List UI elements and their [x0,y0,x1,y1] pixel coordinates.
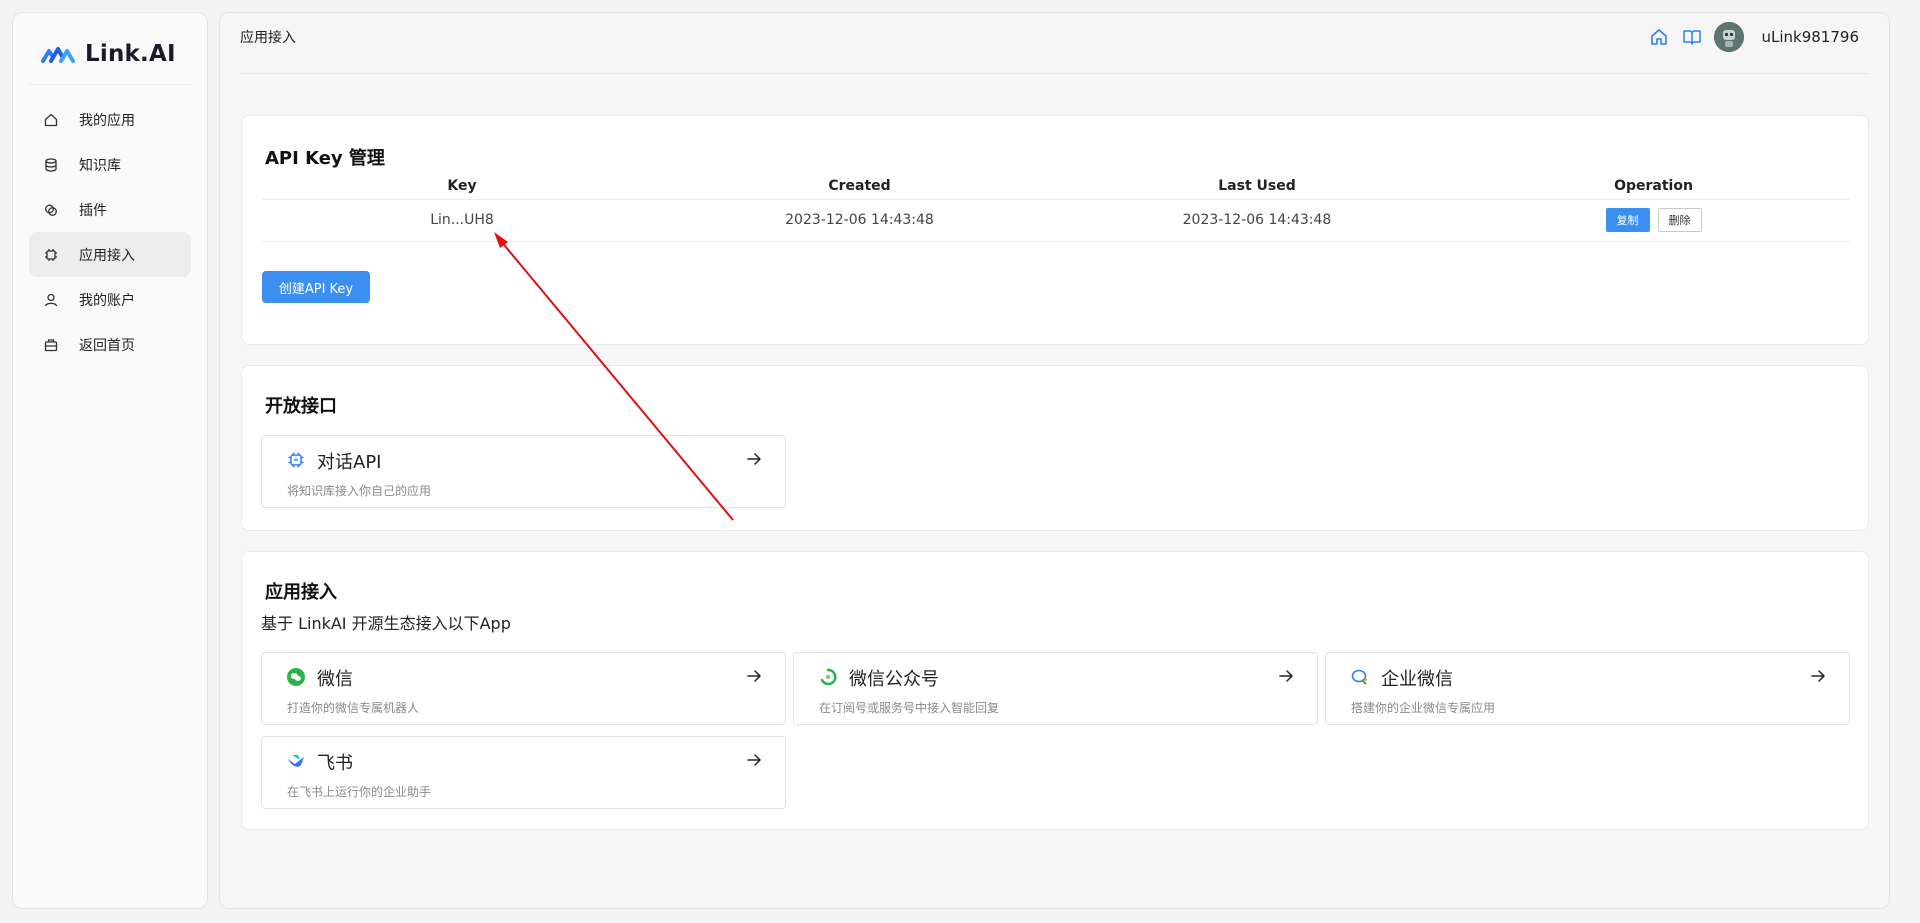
sidebar-item-app-integration[interactable]: 应用接入 [29,232,191,277]
tile-description: 在飞书上运行你的企业助手 [287,785,432,799]
home-icon [43,112,59,128]
tile-description: 将知识库接入你自己的应用 [287,484,432,498]
sidebar-item-label: 我的账户 [79,292,135,309]
operation-cell: 复制 删除 [1457,199,1850,242]
wechat-official-icon [818,667,838,687]
column-header: Created [662,173,1057,200]
home-icon[interactable] [1648,26,1670,48]
sidebar-item-plugins[interactable]: 插件 [29,187,191,232]
sidebar-item-label: 我的应用 [79,112,135,129]
sidebar-item-knowledge-base[interactable]: 知识库 [29,142,191,187]
tile-title: 对话API [317,452,382,473]
wechat-icon [286,667,306,687]
chat-api-tile[interactable]: 对话API 将知识库接入你自己的应用 [261,435,786,508]
section-title: 应用接入 [265,582,337,603]
tile-title: 飞书 [317,753,353,774]
sidebar-item-label: 返回首页 [79,337,135,354]
sidebar-item-label: 知识库 [79,157,121,174]
open-api-card: 开放接口 对话API 将知识库接入你自己的应用 [241,365,1869,531]
arrow-right-icon [745,751,763,769]
chip-icon [43,247,59,263]
wecom-tile[interactable]: 企业微信 搭建你的企业微信专属应用 [1325,652,1850,725]
copy-button[interactable]: 复制 [1605,208,1650,232]
sidebar-item-my-apps[interactable]: 我的应用 [29,97,191,142]
book-icon[interactable] [1681,26,1703,48]
wechat-official-tile[interactable]: 微信公众号 在订阅号或服务号中接入智能回复 [793,652,1318,725]
tile-title: 企业微信 [1381,669,1453,690]
tile-title: 微信公众号 [849,669,939,690]
tile-description: 在订阅号或服务号中接入智能回复 [819,701,1000,715]
page-title: 应用接入 [240,30,296,46]
chip-icon [286,450,306,470]
arrow-right-icon [745,450,763,468]
section-title: 开放接口 [265,396,337,417]
created-time: 2023-12-06 14:43:48 [662,199,1057,242]
app-name: Link.AI [85,41,176,67]
plugin-icon [43,202,59,218]
user-icon [43,292,59,308]
sidebar-item-label: 应用接入 [79,247,135,264]
last-used-time: 2023-12-06 14:43:48 [1057,199,1457,242]
section-title: API Key 管理 [265,148,385,169]
tile-title: 微信 [317,669,353,690]
arrow-right-icon [1277,667,1295,685]
arrow-right-icon [1809,667,1827,685]
sidebar-item-label: 插件 [79,202,107,219]
table-row: Lin...UH8 2023-12-06 14:43:48 2023-12-06… [262,199,1850,242]
arrow-right-icon [745,667,763,685]
username[interactable]: uLink981796 [1762,28,1860,46]
header: 应用接入 uLink981796 [240,13,1869,74]
app-integration-card: 应用接入 基于 LinkAI 开源生态接入以下App 微信 打造你的微信专属机器… [241,551,1869,830]
sidebar-nav: 我的应用 知识库 插件 应用接入 我的账户 返回首页 [29,97,191,367]
feishu-tile[interactable]: 飞书 在飞书上运行你的企业助手 [261,736,786,809]
create-api-key-button[interactable]: 创建API Key [262,271,370,303]
feishu-icon [286,751,306,771]
header-actions: uLink981796 [1648,22,1870,52]
table-header-row: Key Created Last Used Operation [262,173,1850,200]
database-icon [43,157,59,173]
column-header: Last Used [1057,173,1457,200]
column-header: Operation [1457,173,1850,200]
delete-button[interactable]: 删除 [1657,208,1702,232]
tile-description: 搭建你的企业微信专属应用 [1351,701,1496,715]
avatar[interactable] [1713,22,1744,52]
tile-description: 打造你的微信专属机器人 [287,701,420,715]
api-key-value: Lin...UH8 [262,199,662,242]
wecom-icon [1350,667,1370,687]
logo[interactable]: Link.AI [29,24,191,85]
sidebar: Link.AI 我的应用 知识库 插件 应用接入 我的账户 返回首页 [12,12,208,909]
wechat-tile[interactable]: 微信 打造你的微信专属机器人 [261,652,786,725]
column-header: Key [262,173,662,200]
sidebar-item-my-account[interactable]: 我的账户 [29,277,191,322]
api-key-card: API Key 管理 Key Created Last Used Operati… [241,115,1869,345]
api-key-table: Key Created Last Used Operation Lin...UH… [262,173,1850,242]
briefcase-icon [43,337,59,353]
sidebar-item-back-home[interactable]: 返回首页 [29,322,191,367]
section-subtitle: 基于 LinkAI 开源生态接入以下App [261,614,511,633]
main-content: 应用接入 uLink981796 API Key 管理 Key Created … [219,12,1890,909]
logo-icon [41,47,75,63]
